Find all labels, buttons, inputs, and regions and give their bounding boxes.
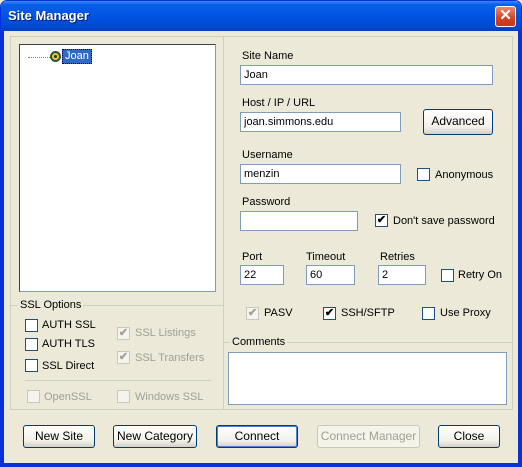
ssl-transfers-checkbox[interactable]: ✔	[117, 351, 130, 364]
auth-ssl-checkbox[interactable]	[25, 319, 38, 332]
comments-label: Comments	[230, 336, 288, 348]
retries-input[interactable]: 2	[378, 265, 426, 285]
port-label: Port	[242, 251, 263, 263]
tree-item-joan[interactable]: Joan	[62, 49, 92, 64]
tree-connector	[28, 57, 50, 58]
openssl-label: OpenSSL	[44, 391, 92, 403]
timeout-label: Timeout	[306, 251, 346, 263]
timeout-input[interactable]: 60	[306, 265, 355, 285]
ssl-listings-label: SSL Listings	[135, 327, 196, 339]
ssl-direct-label: SSL Direct	[42, 360, 95, 372]
windows-ssl-checkbox[interactable]	[117, 390, 130, 403]
site-tree[interactable]: Joan	[19, 44, 216, 292]
comments-textarea[interactable]	[228, 352, 507, 405]
new-site-button[interactable]: New Site	[23, 425, 95, 448]
connect-manager-button[interactable]: Connect Manager	[317, 425, 420, 448]
connect-button[interactable]: Connect	[216, 425, 298, 448]
advanced-button[interactable]: Advanced	[423, 109, 493, 135]
close-button[interactable]: Close	[438, 425, 500, 448]
title-bar[interactable]: Site Manager ✕	[1, 1, 521, 31]
dont-save-password-checkbox[interactable]: ✔	[375, 214, 388, 227]
retry-on-checkbox[interactable]	[441, 269, 454, 282]
port-input[interactable]: 22	[240, 265, 284, 285]
retry-on-label: Retry On	[458, 269, 503, 281]
host-label: Host / IP / URL	[242, 97, 316, 109]
windows-ssl-label: Windows SSL	[135, 391, 204, 403]
site-name-label: Site Name	[242, 50, 294, 62]
ssl-transfers-label: SSL Transfers	[135, 352, 205, 364]
anonymous-checkbox[interactable]	[417, 168, 430, 181]
site-name-input[interactable]: Joan	[240, 65, 493, 85]
new-category-button-label: New Category	[116, 429, 194, 443]
password-input[interactable]	[240, 211, 358, 231]
use-proxy-label: Use Proxy	[440, 307, 491, 319]
new-category-button[interactable]: New Category	[113, 425, 197, 448]
host-input[interactable]: joan.simmons.edu	[240, 112, 401, 132]
window-title: Site Manager	[8, 8, 89, 23]
auth-tls-label: AUTH TLS	[42, 338, 95, 350]
auth-ssl-label: AUTH SSL	[42, 319, 96, 331]
ssl-listings-checkbox[interactable]: ✔	[117, 327, 130, 340]
close-button-label: Close	[453, 429, 485, 443]
ssh-sftp-checkbox[interactable]: ✔	[323, 307, 336, 320]
username-label: Username	[242, 149, 293, 161]
close-window-icon[interactable]: ✕	[495, 6, 516, 27]
ssh-sftp-label: SSH/SFTP	[341, 307, 395, 319]
password-label: Password	[242, 196, 291, 208]
ssl-options-label: SSL Options	[18, 299, 84, 311]
pasv-label: PASV	[264, 307, 293, 319]
ssl-direct-checkbox[interactable]	[25, 359, 38, 372]
dont-save-password-label: Don't save password	[393, 215, 495, 227]
retries-label: Retries	[380, 251, 415, 263]
new-site-button-label: New Site	[34, 429, 84, 443]
advanced-button-label: Advanced	[431, 114, 485, 128]
username-input[interactable]: menzin	[240, 164, 401, 184]
openssl-checkbox[interactable]	[27, 390, 40, 403]
site-icon	[50, 51, 61, 62]
connect-manager-button-label: Connect Manager	[320, 429, 417, 443]
auth-tls-checkbox[interactable]	[25, 338, 38, 351]
panel-divider	[223, 36, 224, 410]
connect-button-label: Connect	[234, 429, 280, 443]
pasv-checkbox[interactable]: ✔	[246, 307, 259, 320]
ssl-lib-divider	[25, 380, 211, 381]
anonymous-label: Anonymous	[435, 169, 494, 181]
site-manager-window: Site Manager ✕ Joan SSL Options AUTH SSL…	[0, 0, 522, 467]
use-proxy-checkbox[interactable]	[422, 307, 435, 320]
